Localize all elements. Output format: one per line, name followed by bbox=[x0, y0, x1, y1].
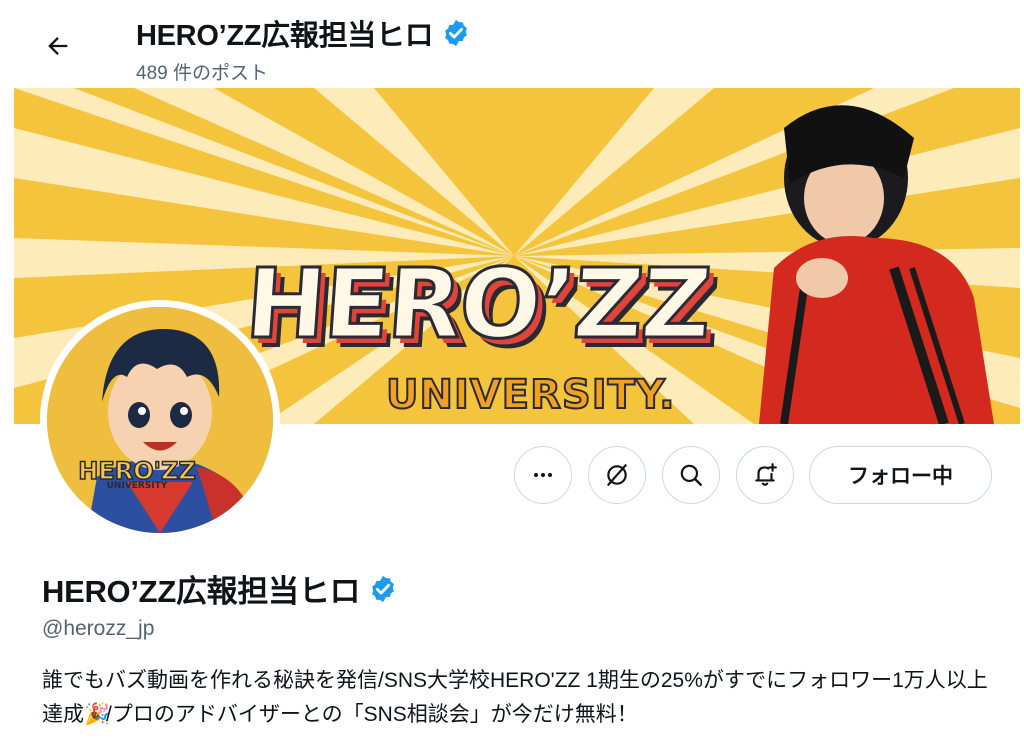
search-icon bbox=[680, 464, 702, 486]
post-count: 489 件のポスト bbox=[136, 63, 268, 84]
profile-handle: @herozz_jp bbox=[42, 617, 155, 640]
header-title: HERO’ZZ広報担当ヒロ bbox=[136, 12, 471, 54]
search-button[interactable] bbox=[662, 446, 720, 504]
grok-button[interactable] bbox=[588, 446, 646, 504]
grok-icon bbox=[607, 464, 627, 486]
verified-badge-icon[interactable] bbox=[368, 574, 398, 604]
back-button[interactable] bbox=[36, 24, 80, 68]
arrow-left-icon bbox=[48, 37, 68, 55]
bio-text-2: /プロのアドバイザーとの「SNS相談会」が今だけ無料！ bbox=[106, 703, 638, 726]
more-button[interactable] bbox=[514, 446, 572, 504]
profile-bio: 誰でもバズ動画を作れる秘訣を発信/SNS大学校HERO'ZZ 1期生の25%がす… bbox=[42, 664, 1002, 732]
avatar-illustration bbox=[47, 307, 273, 533]
notify-button[interactable] bbox=[736, 446, 794, 504]
profile-name-row: HERO’ZZ広報担当ヒロ bbox=[42, 566, 398, 611]
header-display-name: HERO’ZZ広報担当ヒロ bbox=[136, 20, 434, 52]
verified-badge-icon bbox=[445, 19, 468, 47]
profile-display-name: HERO’ZZ広報担当ヒロ bbox=[42, 574, 361, 609]
profile-avatar[interactable]: HERO'ZZ UNIVERSITY bbox=[40, 300, 280, 540]
banner-title-text: HERO’ZZ bbox=[241, 247, 715, 362]
top-bar: HERO’ZZ広報担当ヒロ 489 件のポスト bbox=[0, 0, 1024, 88]
bell-plus-icon bbox=[755, 463, 777, 486]
avatar-logo: HERO'ZZ UNIVERSITY bbox=[77, 456, 197, 491]
following-button[interactable]: フォロー中 bbox=[809, 446, 992, 504]
banner-subtitle-text: UNIVERSITY. bbox=[385, 371, 676, 419]
more-dots-icon bbox=[534, 473, 552, 477]
party-popper-icon: 🎉 bbox=[84, 703, 111, 726]
avatar-image: HERO'ZZ UNIVERSITY bbox=[47, 307, 273, 533]
